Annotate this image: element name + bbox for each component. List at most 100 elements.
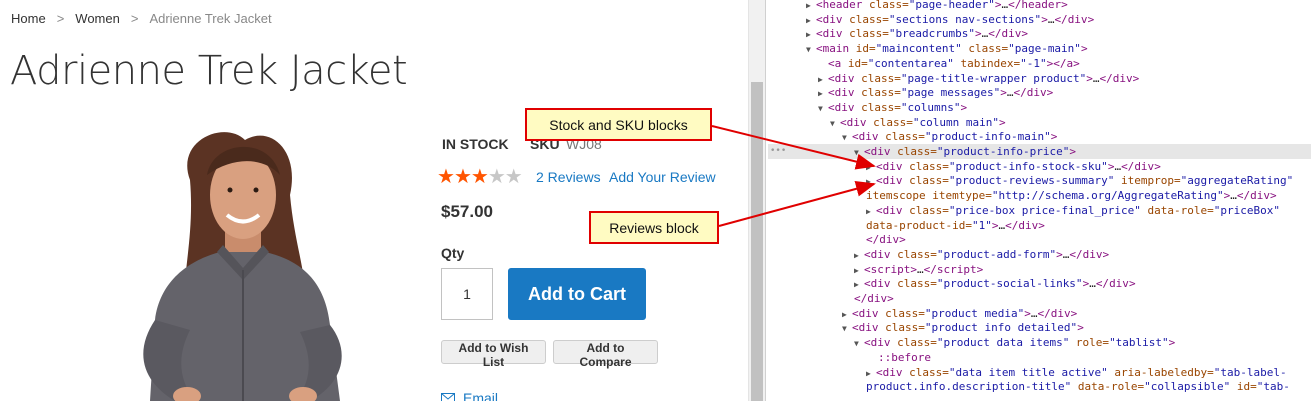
dom-tree-node[interactable]: ::before xyxy=(768,350,1311,365)
dom-token: "tab- xyxy=(1256,380,1290,394)
dom-token: > xyxy=(1073,56,1080,70)
dom-tree-node[interactable]: </div> xyxy=(768,232,1311,247)
dom-token: </ xyxy=(1037,306,1051,320)
qty-input[interactable] xyxy=(441,268,493,320)
dom-token: </ xyxy=(866,233,880,247)
dom-token: "page-header" xyxy=(908,0,995,11)
dom-tree-node[interactable]: ▼ <div class="product-info-price"> ••• xyxy=(768,144,1311,159)
dom-tree-node[interactable]: <a id="contentarea" tabindex="-1"></a> xyxy=(768,56,1311,71)
dom-token: < xyxy=(816,42,823,56)
dom-tree-node[interactable]: ▶ <div class="product-info-stock-sku">…</… xyxy=(768,159,1311,174)
dom-tree-node[interactable]: ▼ <main id="maincontent" class="page-main… xyxy=(768,41,1311,56)
dom-tree-node[interactable]: ▼ <div class="product data items" role="t… xyxy=(768,335,1311,350)
dom-token: div xyxy=(834,100,855,114)
dom-token: div xyxy=(1067,12,1088,26)
dom-token: id= xyxy=(1230,380,1257,394)
add-to-compare-button[interactable]: Add to Compare xyxy=(553,340,658,369)
dom-token: itemscope itemtype= xyxy=(866,189,992,203)
reviews-link[interactable]: 2 Reviews xyxy=(536,169,601,185)
more-options-icon[interactable]: ••• xyxy=(770,144,786,159)
dom-tree-node[interactable]: data-product-id="1">…</div> xyxy=(768,218,1311,233)
dom-token: > xyxy=(1154,159,1161,173)
dom-tree-node[interactable]: ▶ <div class="product-social-links">…</di… xyxy=(768,276,1311,291)
dom-tree-node[interactable]: ▶ <div class="page messages">…</div> xyxy=(768,85,1311,100)
add-review-link[interactable]: Add Your Review xyxy=(609,169,716,185)
dom-tree-node[interactable]: ▶ <div class="breadcrumbs">…</div> xyxy=(768,26,1311,41)
page-scrollbar[interactable] xyxy=(748,0,765,401)
add-to-cart-button[interactable]: Add to Cart xyxy=(508,268,646,320)
store-page: Home > Women > Adrienne Trek Jacket Adri… xyxy=(0,0,748,401)
dom-tree-node[interactable]: ▶ <div class="page-title-wrapper product"… xyxy=(768,71,1311,86)
dom-token: class= xyxy=(842,12,889,26)
dom-token: </ xyxy=(1054,12,1068,26)
dom-token: itemprop= xyxy=(1114,174,1181,188)
dom-token: class= xyxy=(902,365,949,379)
dom-token: > xyxy=(1050,130,1058,144)
dom-token: class= xyxy=(902,174,949,188)
dom-token: < xyxy=(828,56,835,70)
dom-token: < xyxy=(828,100,835,114)
qty-label: Qty xyxy=(441,245,465,261)
dom-token: data-product-id= xyxy=(866,218,972,232)
product-image[interactable] xyxy=(95,120,385,401)
dom-tree-node[interactable]: ▼ <div class="product info detailed"> xyxy=(768,320,1311,335)
dom-token: class= xyxy=(878,321,925,335)
dom-token: div xyxy=(879,233,900,247)
star-icon: ★ xyxy=(453,166,472,188)
dom-token: "maincontent" xyxy=(875,42,962,56)
dom-tree-node[interactable]: ▶ <div class="sections nav-sections">…</d… xyxy=(768,12,1311,27)
dom-token: "1" xyxy=(971,218,992,232)
dom-token: … xyxy=(1092,71,1100,85)
dom-tree-node[interactable]: ▶ <div class="product-reviews-summary" it… xyxy=(768,173,1311,188)
dom-token: ::before xyxy=(878,350,931,364)
dom-token: "column main" xyxy=(912,115,999,129)
dom-token: class= xyxy=(854,71,901,85)
star-icon: ★ xyxy=(487,166,506,188)
dom-tree-node[interactable]: ▼ <div class="columns"> xyxy=(768,100,1311,115)
scrollbar-thumb[interactable] xyxy=(751,82,763,401)
dom-token: < xyxy=(864,145,871,158)
dom-token: < xyxy=(864,277,871,291)
dom-tree-node[interactable]: ▶ <div class="price-box price-final_price… xyxy=(768,203,1311,218)
dom-token: div xyxy=(858,130,879,144)
dom-tree-node[interactable]: ▶ <div class="product-add-form">…</div> xyxy=(768,247,1311,262)
dom-token: > xyxy=(887,292,894,305)
dom-tree-node[interactable]: itemscope itemtype="http://schema.org/Ag… xyxy=(768,188,1311,203)
add-to-wishlist-button[interactable]: Add to Wish List xyxy=(441,340,546,369)
dom-tree-node[interactable]: ▶ <script>…</script> xyxy=(768,262,1311,277)
dom-token: </ xyxy=(1005,218,1019,232)
dom-token: div xyxy=(1082,247,1103,261)
dom-token: product.info.description-title" xyxy=(866,380,1072,394)
email-link[interactable]: Email xyxy=(441,390,498,401)
dom-token: < xyxy=(864,336,871,350)
dom-token: < xyxy=(864,262,871,276)
breadcrumb-home[interactable]: Home xyxy=(11,11,46,26)
dom-tree-node[interactable]: ▶ <div class="data item title active" ari… xyxy=(768,365,1311,380)
dom-token: div xyxy=(870,145,891,158)
dom-token: div xyxy=(882,365,903,379)
stock-status: IN STOCK xyxy=(442,136,509,152)
dom-tree-node[interactable]: ▶ <div class="product media">…</div> xyxy=(768,306,1311,321)
page-title: Adrienne Trek Jacket xyxy=(10,48,408,94)
dom-token: "sections nav-sections" xyxy=(888,12,1042,26)
dom-token: < xyxy=(816,0,823,11)
dom-token: > xyxy=(1077,321,1084,335)
dom-token: "collapsible" xyxy=(1144,380,1231,394)
dom-token: "product-info-price" xyxy=(936,145,1070,158)
dom-token: div xyxy=(882,174,903,188)
dom-token: div xyxy=(846,115,867,129)
dom-tree-node[interactable]: product.info.description-title" data-rol… xyxy=(768,379,1311,394)
dom-token: div xyxy=(822,12,843,26)
dom-tree-node[interactable]: ▼ <div class="column main"> xyxy=(768,115,1311,130)
dom-tree-node[interactable]: ▼ <div class="product-info-main"> xyxy=(768,129,1311,144)
dom-token: > xyxy=(1046,86,1054,100)
dom-token: </ xyxy=(1069,247,1083,261)
breadcrumb-women[interactable]: Women xyxy=(75,11,120,26)
dom-tree-node[interactable]: </div> xyxy=(768,291,1311,306)
dom-token: > xyxy=(910,262,917,276)
dom-token: div xyxy=(834,71,855,85)
dom-token: > xyxy=(899,233,906,247)
dom-token: div xyxy=(867,292,888,305)
dom-token: "product media" xyxy=(924,306,1025,320)
dom-tree-node[interactable]: ▶ <header class="page-header">…</header> xyxy=(768,0,1311,12)
